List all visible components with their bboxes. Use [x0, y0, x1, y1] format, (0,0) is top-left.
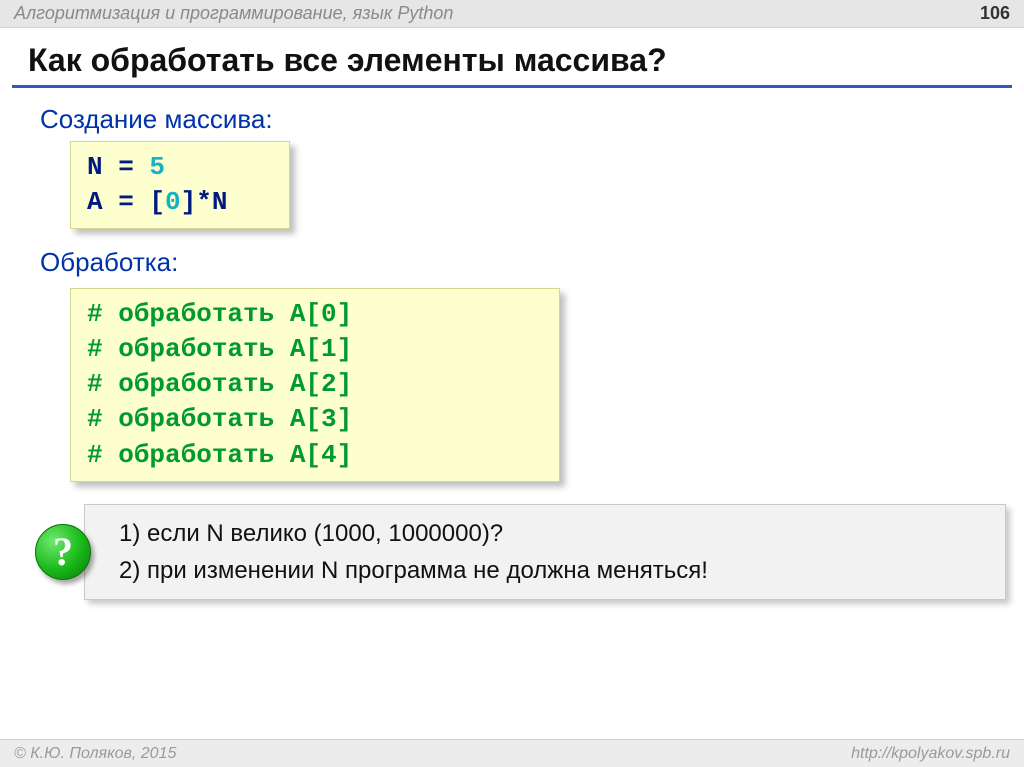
question-line-2: 2) при изменении N программа не должна м… [119, 552, 987, 589]
section-process-label: Обработка: [0, 243, 1024, 284]
footer-copyright: © К.Ю. Поляков, 2015 [14, 745, 176, 763]
code-create-array: N = 5 A = [0]*N [70, 141, 290, 229]
slide-header: Алгоритмизация и программирование, язык … [0, 0, 1024, 28]
code-token: ]*N [181, 187, 228, 217]
code-comment: # обработать A[4] [87, 438, 543, 473]
question-block: ? 1) если N велико (1000, 1000000)? 2) п… [32, 504, 1006, 600]
code-token: 5 [149, 152, 165, 182]
code-token: N [87, 152, 103, 182]
code-token: = [103, 152, 150, 182]
question-line-1: 1) если N велико (1000, 1000000)? [119, 515, 987, 552]
code-comment: # обработать A[0] [87, 297, 543, 332]
page-title: Как обработать все элементы массива? [0, 28, 1024, 85]
code-comment: # обработать A[2] [87, 367, 543, 402]
page-number: 106 [980, 3, 1010, 24]
footer-url: http://kpolyakov.spb.ru [851, 745, 1010, 763]
subject-label: Алгоритмизация и программирование, язык … [14, 3, 453, 24]
question-mark-icon: ? [35, 524, 91, 580]
section-create-label: Создание массива: [0, 100, 1024, 141]
code-comment: # обработать A[1] [87, 332, 543, 367]
code-token: A [87, 187, 103, 217]
title-underline [12, 85, 1012, 88]
slide-footer: © К.Ю. Поляков, 2015 http://kpolyakov.sp… [0, 739, 1024, 767]
code-comment: # обработать A[3] [87, 402, 543, 437]
code-token: 0 [165, 187, 181, 217]
question-box: 1) если N велико (1000, 1000000)? 2) при… [84, 504, 1006, 600]
code-process-array: # обработать A[0] # обработать A[1] # об… [70, 288, 560, 481]
code-token: = [ [103, 187, 165, 217]
